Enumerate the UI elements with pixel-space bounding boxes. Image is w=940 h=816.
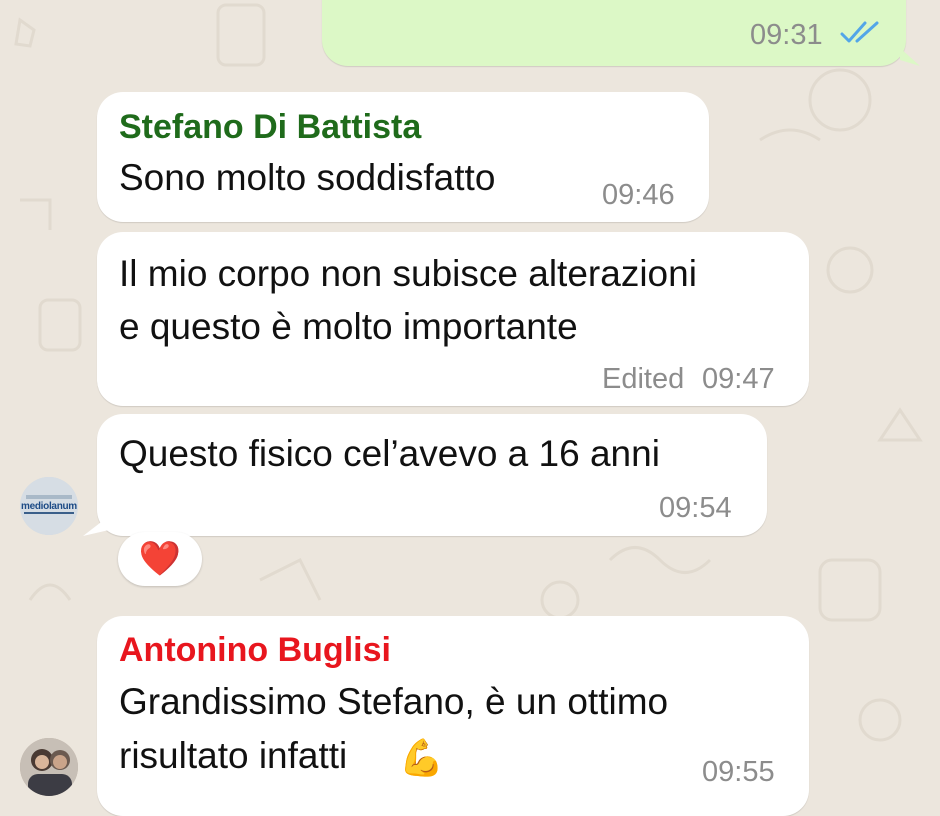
message-timestamp: 09:47 — [702, 363, 775, 395]
message-text-line: e questo è molto importante — [119, 306, 578, 347]
message-text-line: risultato infatti — [119, 735, 348, 776]
message-timestamp: 09:46 — [602, 179, 675, 211]
message-bubble-incoming[interactable]: Il mio corpo non subisce alterazioni e q… — [97, 232, 809, 406]
bubble-tail — [83, 516, 109, 536]
message-timestamp: 09:31 — [750, 19, 823, 51]
message-timestamp: 09:54 — [659, 492, 732, 524]
edited-label: Edited — [602, 363, 685, 395]
message-bubble-incoming[interactable]: Questo fisico cel’avevo a 16 anni 09:54 — [83, 414, 767, 536]
sender-name: Antonino Buglisi — [119, 631, 391, 669]
message-timestamp: 09:55 — [702, 756, 775, 788]
message-bubble-incoming[interactable]: Antonino Buglisi Grandissimo Stefano, è … — [97, 616, 809, 816]
heart-reaction[interactable]: ❤️ — [118, 532, 202, 586]
avatar-logo-text: mediolanum — [21, 501, 77, 512]
message-text-line: Grandissimo Stefano, è un ottimo — [119, 681, 669, 722]
sender-avatar[interactable]: mediolanum — [20, 477, 78, 535]
message-text: Questo fisico cel’avevo a 16 anni — [119, 433, 660, 474]
message-text: Sono molto soddisfatto — [119, 157, 496, 198]
message-bubble-incoming[interactable]: Stefano Di Battista Sono molto soddisfat… — [97, 92, 709, 222]
user-photo-avatar — [20, 738, 78, 796]
sender-avatar[interactable] — [20, 738, 78, 796]
bubble-tail — [900, 48, 920, 66]
message-bubble-outgoing[interactable]: 09:31 — [322, 0, 920, 66]
sender-name: Stefano Di Battista — [119, 108, 422, 146]
flexed-biceps-icon: 💪 — [399, 737, 444, 778]
heart-icon: ❤️ — [138, 540, 182, 578]
message-text-line: Il mio corpo non subisce alterazioni — [119, 253, 697, 294]
double-check-read-icon — [840, 21, 879, 43]
